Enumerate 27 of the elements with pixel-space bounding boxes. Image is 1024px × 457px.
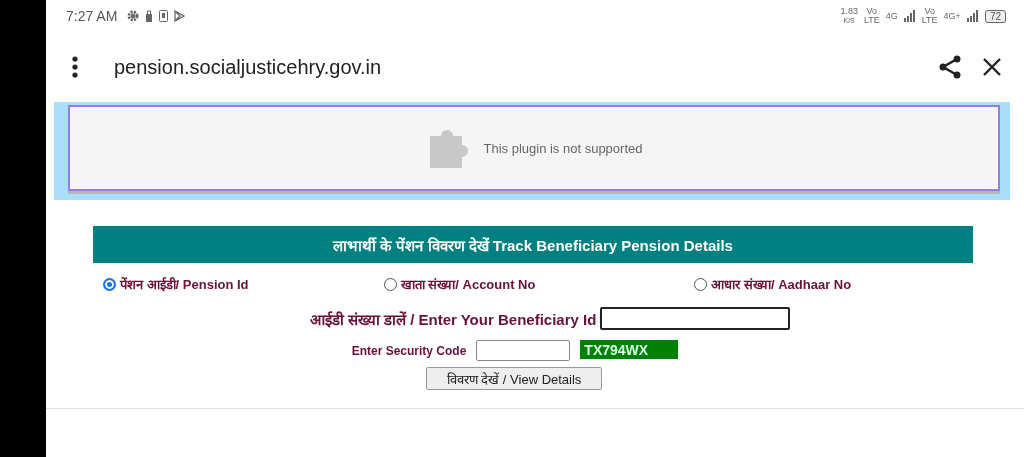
beneficiary-id-field[interactable] — [600, 307, 791, 330]
volte-indicator: Vo LTE — [863, 7, 880, 25]
field-label: आईडी संख्या डालें / Enter Your Beneficiary Id — [309, 309, 597, 329]
network-type: 4G — [885, 11, 898, 21]
plugin-message: This plugin is not supported — [483, 140, 643, 156]
battery-indicator: 72 — [984, 9, 1006, 23]
menu-icon — [72, 56, 78, 78]
field-label: Enter Security Code — [351, 343, 467, 358]
view-details-button[interactable]: विवरण देखें / View Details — [426, 367, 602, 390]
form-heading: लाभार्थी के पेंशन विवरण देखें Track Beneficiary Pension Details — [93, 226, 973, 263]
signal-icon — [966, 10, 979, 22]
radio-option[interactable]: आधार संख्या/ Aadhaar No — [664, 275, 975, 293]
signal-icon — [903, 10, 916, 22]
security-code-field[interactable] — [476, 340, 571, 361]
play-store-icon — [174, 10, 186, 22]
url-text[interactable]: pension.socialjusticehry.gov.in — [114, 55, 382, 79]
lock-icon — [145, 10, 154, 22]
volte-indicator: Vo LTE — [921, 7, 938, 25]
radio-option[interactable]: खाता संख्या/ Account No — [383, 275, 665, 293]
close-icon — [982, 57, 1002, 77]
gear-icon — [127, 10, 140, 22]
network-type: 4G+ — [943, 11, 961, 21]
radio-option[interactable]: पेंशन आईडी/ Pension Id — [95, 275, 384, 293]
status-time: 7:27 AM — [66, 8, 118, 24]
share-icon — [938, 55, 962, 79]
phone-icon — [159, 10, 169, 22]
captcha-code: TX794WX — [580, 340, 679, 359]
